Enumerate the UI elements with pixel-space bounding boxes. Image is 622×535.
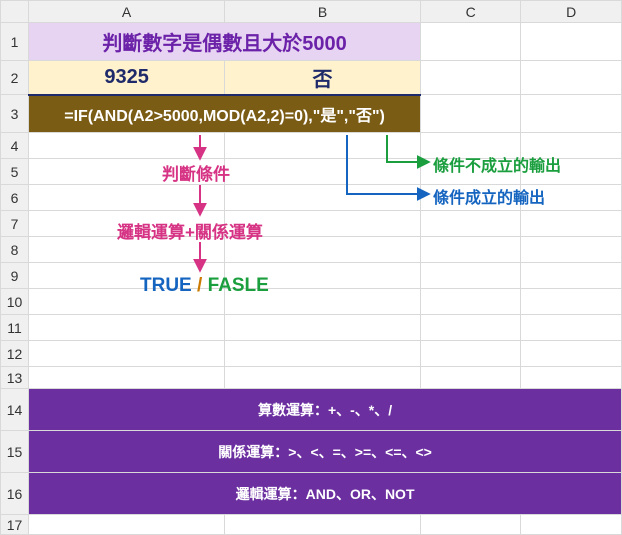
cell-C8[interactable]	[421, 237, 521, 263]
cell-B11[interactable]	[225, 315, 421, 341]
row-header-13[interactable]: 13	[1, 367, 29, 389]
cell-B17[interactable]	[225, 515, 421, 535]
cell-A10[interactable]	[29, 289, 225, 315]
cell-B13[interactable]	[225, 367, 421, 389]
column-header-row: A B C D	[1, 1, 622, 23]
cell-B2-result[interactable]: 否	[225, 61, 421, 95]
row-1: 1 判斷數字是偶數且大於5000	[1, 23, 622, 61]
col-header-D[interactable]: D	[521, 1, 622, 23]
cell-C6[interactable]	[421, 185, 521, 211]
col-header-B[interactable]: B	[225, 1, 421, 23]
cell-A4[interactable]	[29, 133, 225, 159]
row-header-14[interactable]: 14	[1, 389, 29, 431]
col-header-C[interactable]: C	[421, 1, 521, 23]
cell-B4[interactable]	[225, 133, 421, 159]
cell-C2[interactable]	[421, 61, 521, 95]
row-15: 15 關係運算：>、<、=、>=、<=、<>	[1, 431, 622, 473]
cell-B12[interactable]	[225, 341, 421, 367]
row-header-17[interactable]: 17	[1, 515, 29, 535]
cell-A13[interactable]	[29, 367, 225, 389]
cell-D12[interactable]	[521, 341, 622, 367]
cell-C3[interactable]	[421, 95, 521, 133]
row-16: 16 邏輯運算：AND、OR、NOT	[1, 473, 622, 515]
row-14: 14 算數運算：+、-、*、/	[1, 389, 622, 431]
cell-A1-title[interactable]: 判斷數字是偶數且大於5000	[29, 23, 421, 61]
operators-logical[interactable]: 邏輯運算：AND、OR、NOT	[29, 473, 622, 515]
row-header-7[interactable]: 7	[1, 211, 29, 237]
row-header-8[interactable]: 8	[1, 237, 29, 263]
cell-A3-formula[interactable]: =IF(AND(A2>5000,MOD(A2,2)=0),"是","否")	[29, 95, 421, 133]
cell-A11[interactable]	[29, 315, 225, 341]
cell-A12[interactable]	[29, 341, 225, 367]
corner-cell	[1, 1, 29, 23]
cell-A2-value[interactable]: 9325	[29, 61, 225, 95]
cell-D9[interactable]	[521, 263, 622, 289]
cell-C4[interactable]	[421, 133, 521, 159]
cell-A6[interactable]	[29, 185, 225, 211]
row-header-12[interactable]: 12	[1, 341, 29, 367]
operators-arithmetic[interactable]: 算數運算：+、-、*、/	[29, 389, 622, 431]
cell-B6[interactable]	[225, 185, 421, 211]
cell-D2[interactable]	[521, 61, 622, 95]
row-header-2[interactable]: 2	[1, 61, 29, 95]
row-header-11[interactable]: 11	[1, 315, 29, 341]
cell-D5[interactable]	[521, 159, 622, 185]
cell-D10[interactable]	[521, 289, 622, 315]
spreadsheet-grid[interactable]: A B C D 1 判斷數字是偶數且大於5000 2 9325 否 3 =IF(…	[0, 0, 622, 535]
cell-D7[interactable]	[521, 211, 622, 237]
col-header-A[interactable]: A	[29, 1, 225, 23]
cell-C5[interactable]	[421, 159, 521, 185]
cell-C9[interactable]	[421, 263, 521, 289]
row-header-1[interactable]: 1	[1, 23, 29, 61]
cell-D3[interactable]	[521, 95, 622, 133]
row-header-9[interactable]: 9	[1, 263, 29, 289]
cell-A7[interactable]	[29, 211, 225, 237]
cell-D6[interactable]	[521, 185, 622, 211]
cell-C10[interactable]	[421, 289, 521, 315]
cell-B10[interactable]	[225, 289, 421, 315]
cell-A9[interactable]	[29, 263, 225, 289]
row-header-10[interactable]: 10	[1, 289, 29, 315]
row-header-4[interactable]: 4	[1, 133, 29, 159]
cell-C13[interactable]	[421, 367, 521, 389]
cell-B9[interactable]	[225, 263, 421, 289]
cell-C12[interactable]	[421, 341, 521, 367]
cell-B5[interactable]	[225, 159, 421, 185]
cell-D4[interactable]	[521, 133, 622, 159]
row-2: 2 9325 否	[1, 61, 622, 95]
cell-C11[interactable]	[421, 315, 521, 341]
cell-D11[interactable]	[521, 315, 622, 341]
cell-D1[interactable]	[521, 23, 622, 61]
cell-A17[interactable]	[29, 515, 225, 535]
cell-D8[interactable]	[521, 237, 622, 263]
cell-C17[interactable]	[421, 515, 521, 535]
operators-relational[interactable]: 關係運算：>、<、=、>=、<=、<>	[29, 431, 622, 473]
cell-A8[interactable]	[29, 237, 225, 263]
row-header-3[interactable]: 3	[1, 95, 29, 133]
row-header-16[interactable]: 16	[1, 473, 29, 515]
row-3: 3 =IF(AND(A2>5000,MOD(A2,2)=0),"是","否")	[1, 95, 622, 133]
cell-B8[interactable]	[225, 237, 421, 263]
cell-A5[interactable]	[29, 159, 225, 185]
cell-D13[interactable]	[521, 367, 622, 389]
row-header-5[interactable]: 5	[1, 159, 29, 185]
cell-D17[interactable]	[521, 515, 622, 535]
cell-C1[interactable]	[421, 23, 521, 61]
row-header-15[interactable]: 15	[1, 431, 29, 473]
row-header-6[interactable]: 6	[1, 185, 29, 211]
cell-C7[interactable]	[421, 211, 521, 237]
cell-B7[interactable]	[225, 211, 421, 237]
